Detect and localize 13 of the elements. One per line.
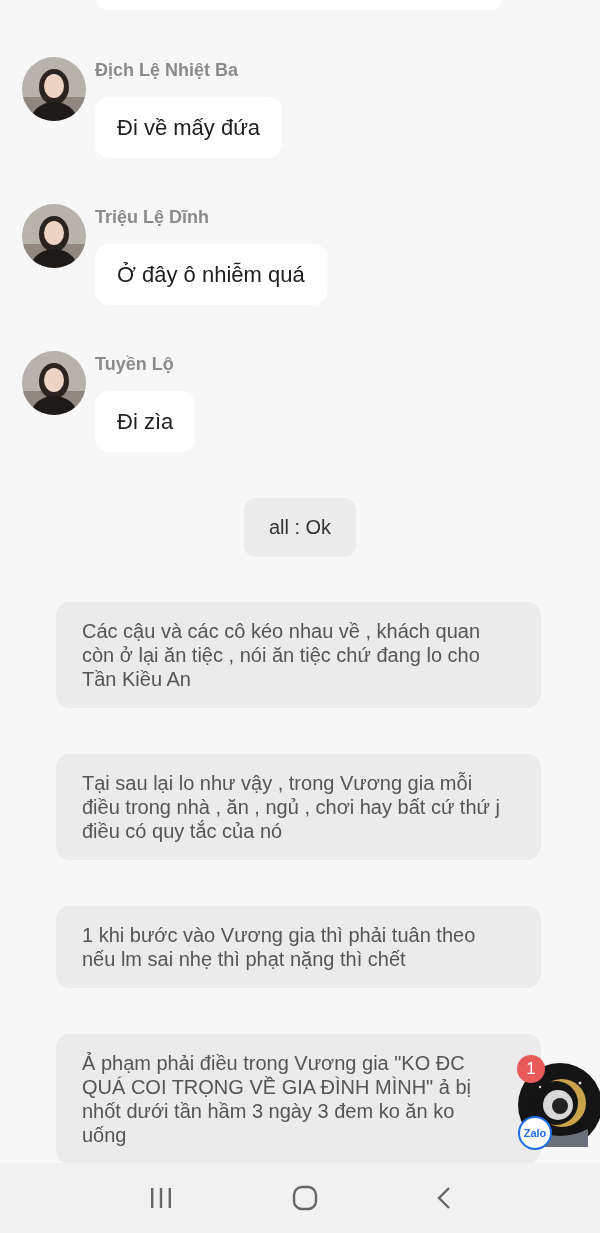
narration-bubble: 1 khi bước vào Vương gia thì phải tuân theo nếu lm sai nhẹ thì phạt nặng thì chết (56, 906, 541, 988)
message-bubble: Ở đây ô nhiễm quá (95, 244, 327, 305)
message-bubble: Đi về mấy đứa (95, 97, 283, 158)
back-icon[interactable] (436, 1186, 451, 1210)
sender-name: Tuyền Lộ (95, 353, 174, 376)
narration-bubble: Tại sau lại lo như vậy , trong Vương gia mỗi điều trong nhà , ăn , ngủ , chơi hay bất cứ thứ j điều có quy tắc của nó (56, 754, 541, 860)
message-bubble: Đi zìa (95, 391, 196, 452)
narration-bubble: Các cậu và các cô kéo nhau về , khách quan còn ở lại ăn tiệc , nói ăn tiệc chứ đang lo cho Tần Kiều An (56, 602, 541, 708)
sender-name: Địch Lệ Nhiệt Ba (95, 59, 239, 82)
home-icon[interactable] (292, 1185, 318, 1211)
recent-apps-icon[interactable] (149, 1187, 174, 1209)
system-message: all : Ok (243, 498, 357, 557)
sender-name: Triệu Lệ Dĩnh (95, 206, 209, 229)
